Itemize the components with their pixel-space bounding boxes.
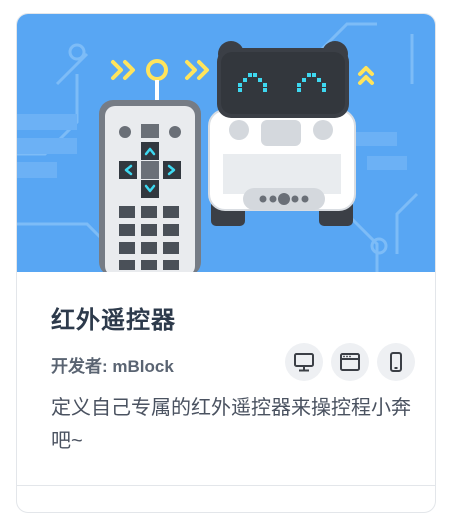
platform-icons [285,343,415,381]
browser-icon [331,343,369,381]
card-description: 定义自己专属的红外遥控器来操控程小奔吧~ [51,397,411,452]
card-footer-divider [17,485,435,486]
banner-image [17,14,435,272]
mobile-icon [377,343,415,381]
card-title: 红外遥控器 [51,307,176,334]
developer-label: 开发者: mBlock [51,357,174,376]
desktop-icon [285,343,323,381]
extension-card[interactable]: 红外遥控器 开发者: mBlock 定义自己专属的红外遥控器来操控程小奔吧~ [16,13,436,513]
